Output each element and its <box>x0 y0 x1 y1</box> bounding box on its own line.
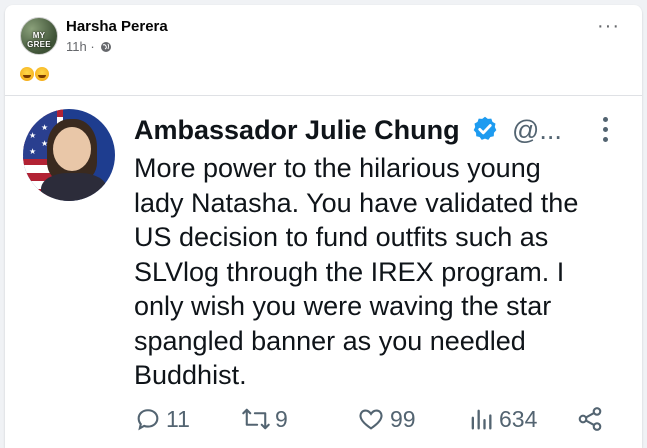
divider <box>5 95 642 96</box>
more-options-icon[interactable]: ··· <box>597 16 620 36</box>
laughing-emoji-icon <box>20 67 34 81</box>
views-action: 634 <box>467 405 537 433</box>
portrait-body <box>41 173 107 201</box>
profile-avatar[interactable]: MY GREE <box>20 17 58 55</box>
view-count: 634 <box>499 405 538 432</box>
share-action <box>576 405 608 433</box>
reply-count: 11 <box>166 405 190 432</box>
author-name[interactable]: Harsha Perera <box>66 18 168 35</box>
reply-action: 11 <box>134 405 190 433</box>
timestamp-text: 11h · <box>66 39 95 54</box>
tweet-author-name: Ambassador Julie Chung <box>134 115 460 145</box>
like-action: 99 <box>356 405 416 433</box>
portrait-face <box>53 127 91 171</box>
verified-badge-icon <box>473 116 497 140</box>
tweet-actions: 11 9 99 634 <box>134 405 614 437</box>
tweet-text: More power to the hilarious young lady N… <box>134 153 579 390</box>
retweet-action: 9 <box>241 405 288 433</box>
facebook-post-card: MY GREE Harsha Perera 11h · ··· ★ ★ ★ ★ ★ … <box>5 5 642 448</box>
tweet-author: Ambassador Julie Chung <box>134 115 499 146</box>
heart-icon <box>359 409 383 430</box>
emoji-row <box>20 67 50 84</box>
post-timestamp[interactable]: 11h · <box>66 39 112 54</box>
globe-icon <box>101 42 112 52</box>
views-chart-icon <box>471 409 492 430</box>
like-count: 99 <box>390 405 416 432</box>
retweet-count: 9 <box>275 405 288 432</box>
tweet-handle: @... <box>512 115 562 145</box>
reply-icon <box>137 409 159 431</box>
retweet-icon <box>242 408 270 430</box>
tweet-avatar: ★ ★ ★ ★ ★ <box>23 109 115 201</box>
avatar-text: MY GREE <box>27 31 51 49</box>
tweet-more-icon <box>601 117 609 147</box>
laughing-emoji-icon <box>35 67 49 81</box>
share-icon <box>578 407 602 431</box>
